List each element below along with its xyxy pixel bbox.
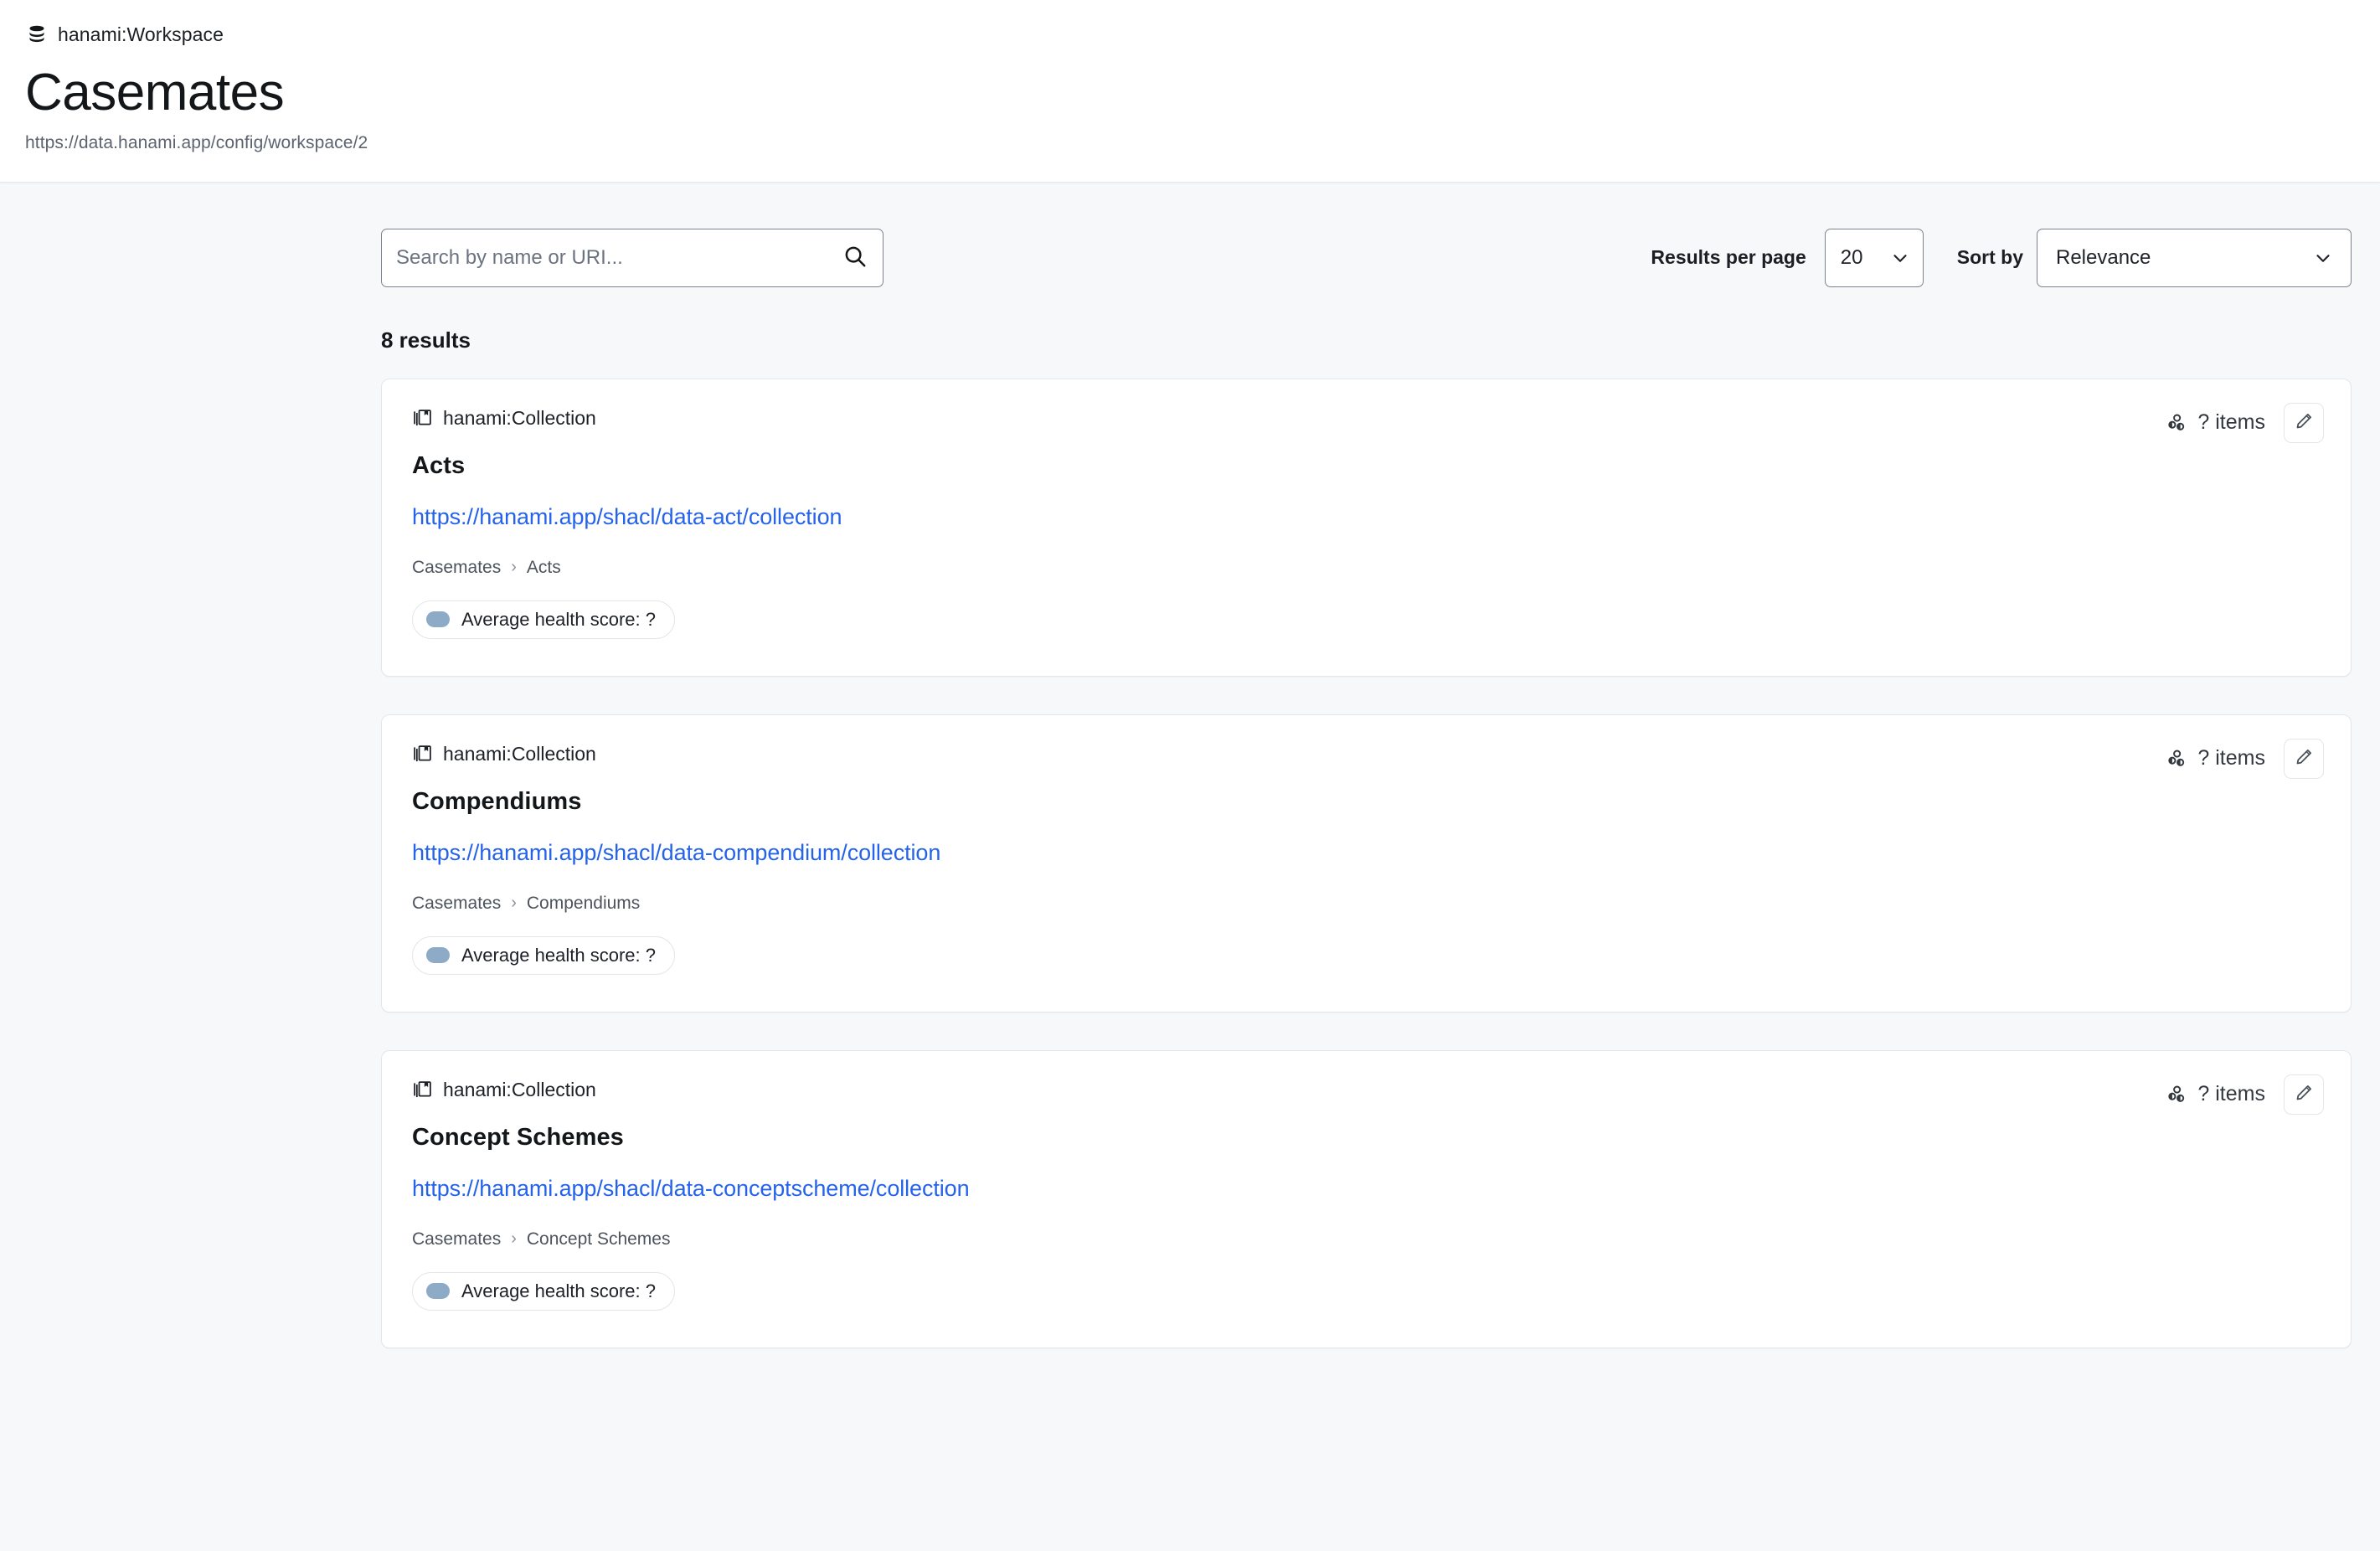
chevron-down-icon — [2312, 247, 2334, 269]
page-header: hanami:Workspace Casemates https://data.… — [0, 0, 2380, 183]
health-score-badge: Average health score: ? — [412, 1271, 675, 1311]
card-actions: ? items — [2165, 738, 2324, 779]
result-card[interactable]: hanami:Collection Compendiums https://ha… — [381, 714, 2352, 1013]
result-card[interactable]: hanami:Collection Concept Schemes https:… — [381, 1049, 2352, 1348]
card-type-label: hanami:Collection — [443, 743, 596, 765]
sort-by-label: Sort by — [1956, 246, 2023, 269]
health-indicator-icon — [426, 1283, 450, 1300]
search-button[interactable] — [838, 241, 872, 275]
sort-by-value: Relevance — [2056, 245, 2151, 269]
breadcrumb-separator-icon: › — [511, 894, 517, 913]
breadcrumb-leaf[interactable]: Compendiums — [527, 894, 640, 914]
items-count: ? items — [2165, 746, 2265, 770]
card-type-row: hanami:Collection — [412, 406, 2321, 431]
items-count-label: ? items — [2197, 410, 2265, 435]
workspace-breadcrumb-chip[interactable]: hanami:Workspace — [0, 22, 2380, 47]
nodes-icon — [2165, 748, 2187, 770]
results-per-page-label: Results per page — [1651, 246, 1806, 269]
breadcrumb-leaf[interactable]: Concept Schemes — [527, 1229, 671, 1250]
breadcrumb: Casemates › Compendiums — [412, 894, 2321, 914]
card-type-label: hanami:Collection — [443, 1079, 596, 1101]
health-score-label: Average health score: ? — [461, 1280, 656, 1301]
breadcrumb: Casemates › Acts — [412, 558, 2321, 578]
collection-icon — [412, 1080, 433, 1100]
workspace-label: hanami:Workspace — [58, 23, 224, 45]
health-indicator-icon — [426, 611, 450, 628]
card-uri-link[interactable]: https://hanami.app/shacl/data-act/collec… — [412, 504, 842, 530]
collection-icon — [412, 408, 433, 429]
nodes-icon — [2165, 412, 2187, 434]
main-content: Results per page 20 Sort by Relevance — [0, 183, 2380, 1348]
sort-by-select[interactable]: Relevance — [2037, 228, 2352, 287]
health-score-badge: Average health score: ? — [412, 600, 675, 639]
card-title: Concept Schemes — [412, 1123, 624, 1151]
items-count: ? items — [2165, 410, 2265, 435]
pencil-icon — [2294, 411, 2314, 434]
results-per-page-select[interactable]: 20 — [1824, 228, 1924, 287]
page-subtitle-uri: https://data.hanami.app/config/workspace… — [25, 132, 368, 152]
search-input[interactable] — [381, 228, 883, 287]
breadcrumb: Casemates › Concept Schemes — [412, 1229, 2321, 1250]
health-score-label: Average health score: ? — [461, 944, 656, 966]
nodes-icon — [2165, 1084, 2187, 1105]
toolbar-controls: Results per page 20 Sort by Relevance — [1651, 228, 2352, 287]
items-count: ? items — [2165, 1082, 2265, 1106]
card-type-row: hanami:Collection — [412, 742, 2321, 767]
card-actions: ? items — [2165, 402, 2324, 443]
pencil-icon — [2294, 1083, 2314, 1105]
badges-row: Average health score: ? — [412, 600, 2321, 639]
search-toolbar: Results per page 20 Sort by Relevance — [0, 183, 2380, 287]
page-title: Casemates — [25, 64, 285, 121]
health-score-badge: Average health score: ? — [412, 935, 675, 975]
search-field-wrapper — [381, 228, 883, 287]
items-count-label: ? items — [2197, 1082, 2265, 1106]
breadcrumb-separator-icon: › — [511, 558, 517, 577]
results-count: 8 results — [381, 327, 471, 353]
results-list: hanami:Collection Acts https://hanami.ap… — [0, 353, 2380, 1348]
results-per-page-value: 20 — [1840, 245, 1863, 269]
edit-button[interactable] — [2284, 1074, 2324, 1115]
breadcrumb-root[interactable]: Casemates — [412, 1229, 501, 1250]
card-uri-link[interactable]: https://hanami.app/shacl/data-compendium… — [412, 840, 940, 866]
search-icon — [842, 244, 868, 271]
card-uri-link[interactable]: https://hanami.app/shacl/data-conceptsch… — [412, 1176, 970, 1202]
health-score-label: Average health score: ? — [461, 608, 656, 630]
breadcrumb-root[interactable]: Casemates — [412, 894, 501, 914]
pencil-icon — [2294, 747, 2314, 770]
edit-button[interactable] — [2284, 738, 2324, 779]
card-title: Acts — [412, 451, 466, 479]
card-type-label: hanami:Collection — [443, 407, 596, 430]
card-actions: ? items — [2165, 1074, 2324, 1115]
health-indicator-icon — [426, 947, 450, 964]
edit-button[interactable] — [2284, 402, 2324, 443]
title-block: Casemates https://data.hanami.app/config… — [0, 47, 2380, 153]
card-type-row: hanami:Collection — [412, 1078, 2321, 1103]
badges-row: Average health score: ? — [412, 935, 2321, 975]
collection-icon — [412, 744, 433, 765]
chevron-down-icon — [1889, 247, 1911, 269]
breadcrumb-separator-icon: › — [511, 1229, 517, 1249]
breadcrumb-root[interactable]: Casemates — [412, 558, 501, 578]
card-title: Compendiums — [412, 787, 582, 815]
breadcrumb-leaf[interactable]: Acts — [527, 558, 561, 578]
result-card[interactable]: hanami:Collection Acts https://hanami.ap… — [381, 378, 2352, 677]
items-count-label: ? items — [2197, 746, 2265, 770]
database-stack-icon — [27, 24, 47, 44]
badges-row: Average health score: ? — [412, 1271, 2321, 1311]
